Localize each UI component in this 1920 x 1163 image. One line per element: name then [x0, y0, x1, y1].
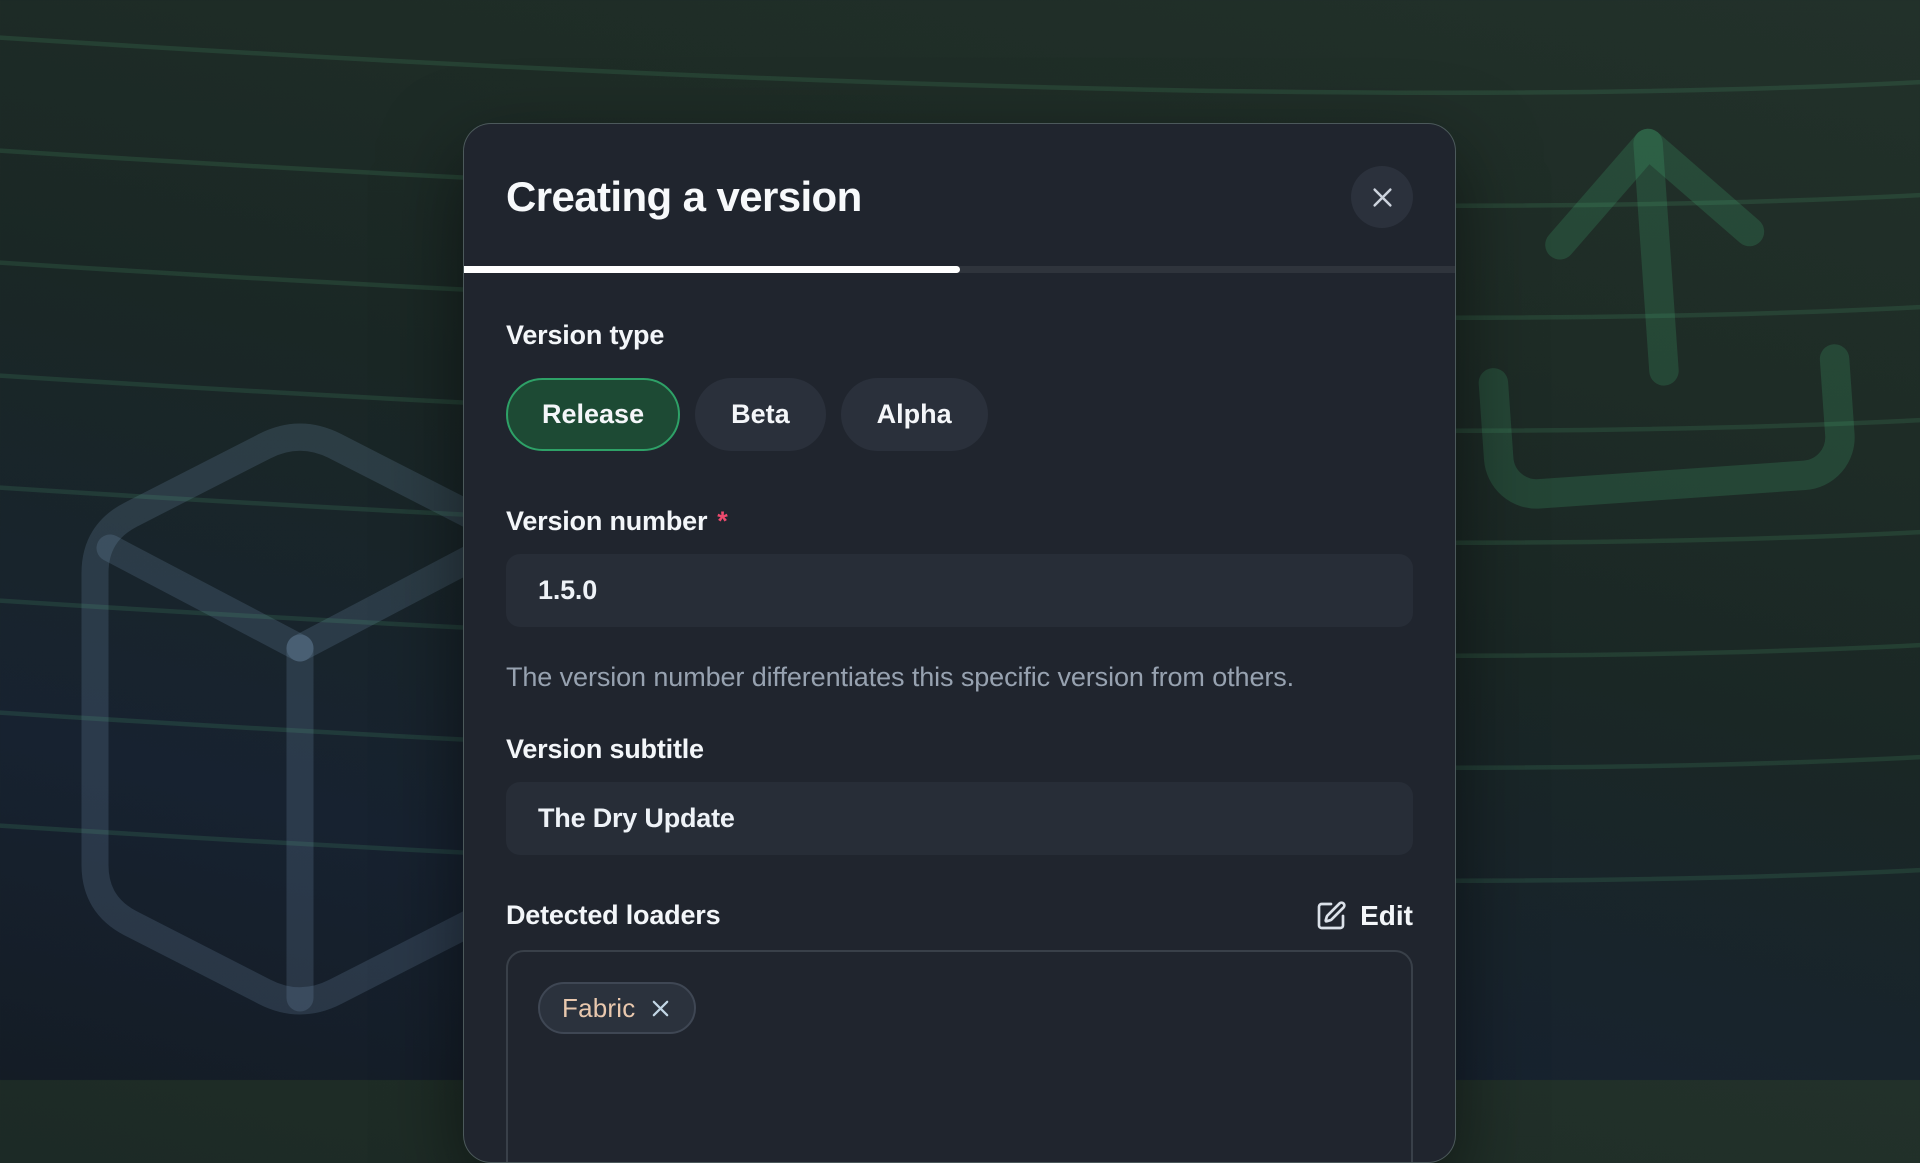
detected-loaders-label: Detected loaders: [506, 899, 720, 932]
version-subtitle-section: Version subtitle: [506, 733, 1413, 855]
version-subtitle-input[interactable]: [506, 782, 1413, 855]
edit-loaders-label: Edit: [1360, 900, 1413, 932]
version-type-label: Version type: [506, 319, 1413, 352]
required-asterisk: *: [717, 506, 728, 537]
loader-chip-label: Fabric: [562, 993, 635, 1024]
edit-loaders-button[interactable]: Edit: [1315, 900, 1413, 932]
modal-header: Creating a version: [464, 124, 1455, 266]
upload-icon: [1477, 131, 1842, 496]
x-icon: [649, 997, 672, 1020]
version-type-alpha[interactable]: Alpha: [841, 378, 988, 451]
close-button[interactable]: [1351, 166, 1413, 228]
box-icon: [95, 437, 505, 1001]
progress-bar-fill: [464, 266, 960, 273]
loader-chip-fabric: Fabric: [538, 982, 696, 1034]
version-type-release[interactable]: Release: [506, 378, 680, 451]
version-number-label-row: Version number *: [506, 505, 1413, 538]
square-pen-icon: [1315, 900, 1347, 932]
remove-loader-button[interactable]: [649, 997, 672, 1020]
detected-loaders-section: Detected loaders Edit Fabric: [506, 899, 1413, 1163]
version-number-input[interactable]: [506, 554, 1413, 627]
version-type-beta[interactable]: Beta: [695, 378, 826, 451]
create-version-modal: Creating a version Version type Release …: [463, 123, 1456, 1163]
version-number-label: Version number: [506, 505, 707, 538]
version-type-options: Release Beta Alpha: [506, 378, 1413, 451]
detected-loaders-box: Fabric: [506, 950, 1413, 1163]
version-subtitle-label: Version subtitle: [506, 733, 704, 766]
modal-title: Creating a version: [506, 174, 862, 220]
version-number-help: The version number differentiates this s…: [506, 655, 1361, 699]
x-icon: [1369, 184, 1396, 211]
progress-bar: [464, 266, 1455, 273]
modal-body: Version type Release Beta Alpha Version …: [464, 273, 1455, 1163]
